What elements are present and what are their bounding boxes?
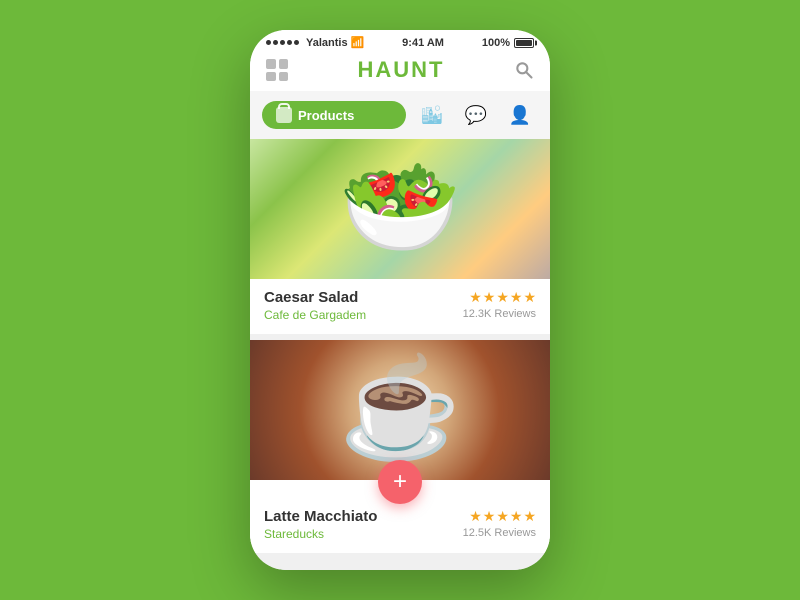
- menu-icon[interactable]: [266, 59, 288, 81]
- building-icon: 🏙: [421, 105, 444, 126]
- user-icon: 👤: [509, 105, 531, 126]
- product-card-latte-macchiato[interactable]: + Latte Macchiato Stareducks ★ ★ ★ ★ ★: [250, 340, 550, 553]
- grid-cell-1: [266, 59, 276, 69]
- caesar-salad-name: Caesar Salad: [264, 289, 366, 306]
- latte-macchiato-restaurant: Stareducks: [264, 527, 377, 541]
- star-5: ★: [523, 289, 536, 306]
- latte-macchiato-name: Latte Macchiato: [264, 508, 377, 525]
- caesar-salad-restaurant: Cafe de Gargadem: [264, 308, 366, 322]
- main-content: Caesar Salad Cafe de Gargadem ★ ★ ★ ★ ★ …: [250, 139, 550, 570]
- grid-cell-3: [266, 72, 276, 82]
- tab-products[interactable]: Products: [262, 101, 406, 129]
- grid-cell-4: [279, 72, 289, 82]
- battery-label: 100%: [482, 37, 510, 49]
- status-bar: Yalantis 📶 9:41 AM 100%: [250, 30, 550, 51]
- signal-dot-4: [287, 40, 292, 45]
- carrier-label: Yalantis: [306, 37, 348, 49]
- tab-messages[interactable]: 💬: [458, 97, 494, 133]
- caesar-salad-stars: ★ ★ ★ ★ ★: [463, 289, 536, 306]
- tab-places[interactable]: 🏙: [414, 97, 450, 133]
- status-right: 100%: [482, 37, 534, 49]
- caesar-salad-rating: ★ ★ ★ ★ ★ 12.3K Reviews: [463, 289, 536, 320]
- star-4: ★: [510, 508, 523, 525]
- latte-macchiato-image: [250, 340, 550, 480]
- search-icon[interactable]: [514, 60, 534, 80]
- status-left: Yalantis 📶: [266, 36, 364, 49]
- star-3: ★: [496, 508, 509, 525]
- battery-fill: [516, 40, 532, 46]
- signal-dot-3: [280, 40, 285, 45]
- tab-profile[interactable]: 👤: [502, 97, 538, 133]
- app-header: HAUNT: [250, 51, 550, 91]
- signal-dot-2: [273, 40, 278, 45]
- star-1: ★: [469, 289, 482, 306]
- latte-macchiato-rating: ★ ★ ★ ★ ★ 12.5K Reviews: [463, 508, 536, 539]
- star-4: ★: [510, 289, 523, 306]
- star-1: ★: [469, 508, 482, 525]
- caesar-salad-info: Caesar Salad Cafe de Gargadem ★ ★ ★ ★ ★ …: [250, 279, 550, 334]
- chat-icon: 💬: [465, 105, 487, 126]
- phone-frame: Yalantis 📶 9:41 AM 100% HAUNT: [250, 30, 550, 570]
- caesar-salad-text: Caesar Salad Cafe de Gargadem: [264, 289, 366, 322]
- grid-cell-2: [279, 59, 289, 69]
- nav-tabs: Products 🏙 💬 👤: [250, 91, 550, 139]
- star-2: ★: [483, 289, 496, 306]
- signal-dot-5: [294, 40, 299, 45]
- signal-dots: [266, 40, 299, 45]
- time-display: 9:41 AM: [402, 37, 444, 49]
- latte-macchiato-stars: ★ ★ ★ ★ ★: [463, 508, 536, 525]
- star-2: ★: [483, 508, 496, 525]
- caesar-salad-image: [250, 139, 550, 279]
- plus-icon: +: [393, 470, 407, 494]
- tab-products-label: Products: [298, 108, 354, 123]
- bag-icon: [276, 107, 292, 123]
- wifi-icon: 📶: [351, 36, 365, 49]
- latte-macchiato-reviews: 12.5K Reviews: [463, 527, 536, 539]
- product-card-caesar-salad[interactable]: Caesar Salad Cafe de Gargadem ★ ★ ★ ★ ★ …: [250, 139, 550, 334]
- battery-icon: [514, 38, 534, 48]
- signal-dot-1: [266, 40, 271, 45]
- star-5: ★: [523, 508, 536, 525]
- latte-macchiato-text: Latte Macchiato Stareducks: [264, 508, 377, 541]
- caesar-salad-reviews: 12.3K Reviews: [463, 308, 536, 320]
- app-title: HAUNT: [358, 57, 445, 83]
- star-3: ★: [496, 289, 509, 306]
- add-button[interactable]: +: [378, 460, 422, 504]
